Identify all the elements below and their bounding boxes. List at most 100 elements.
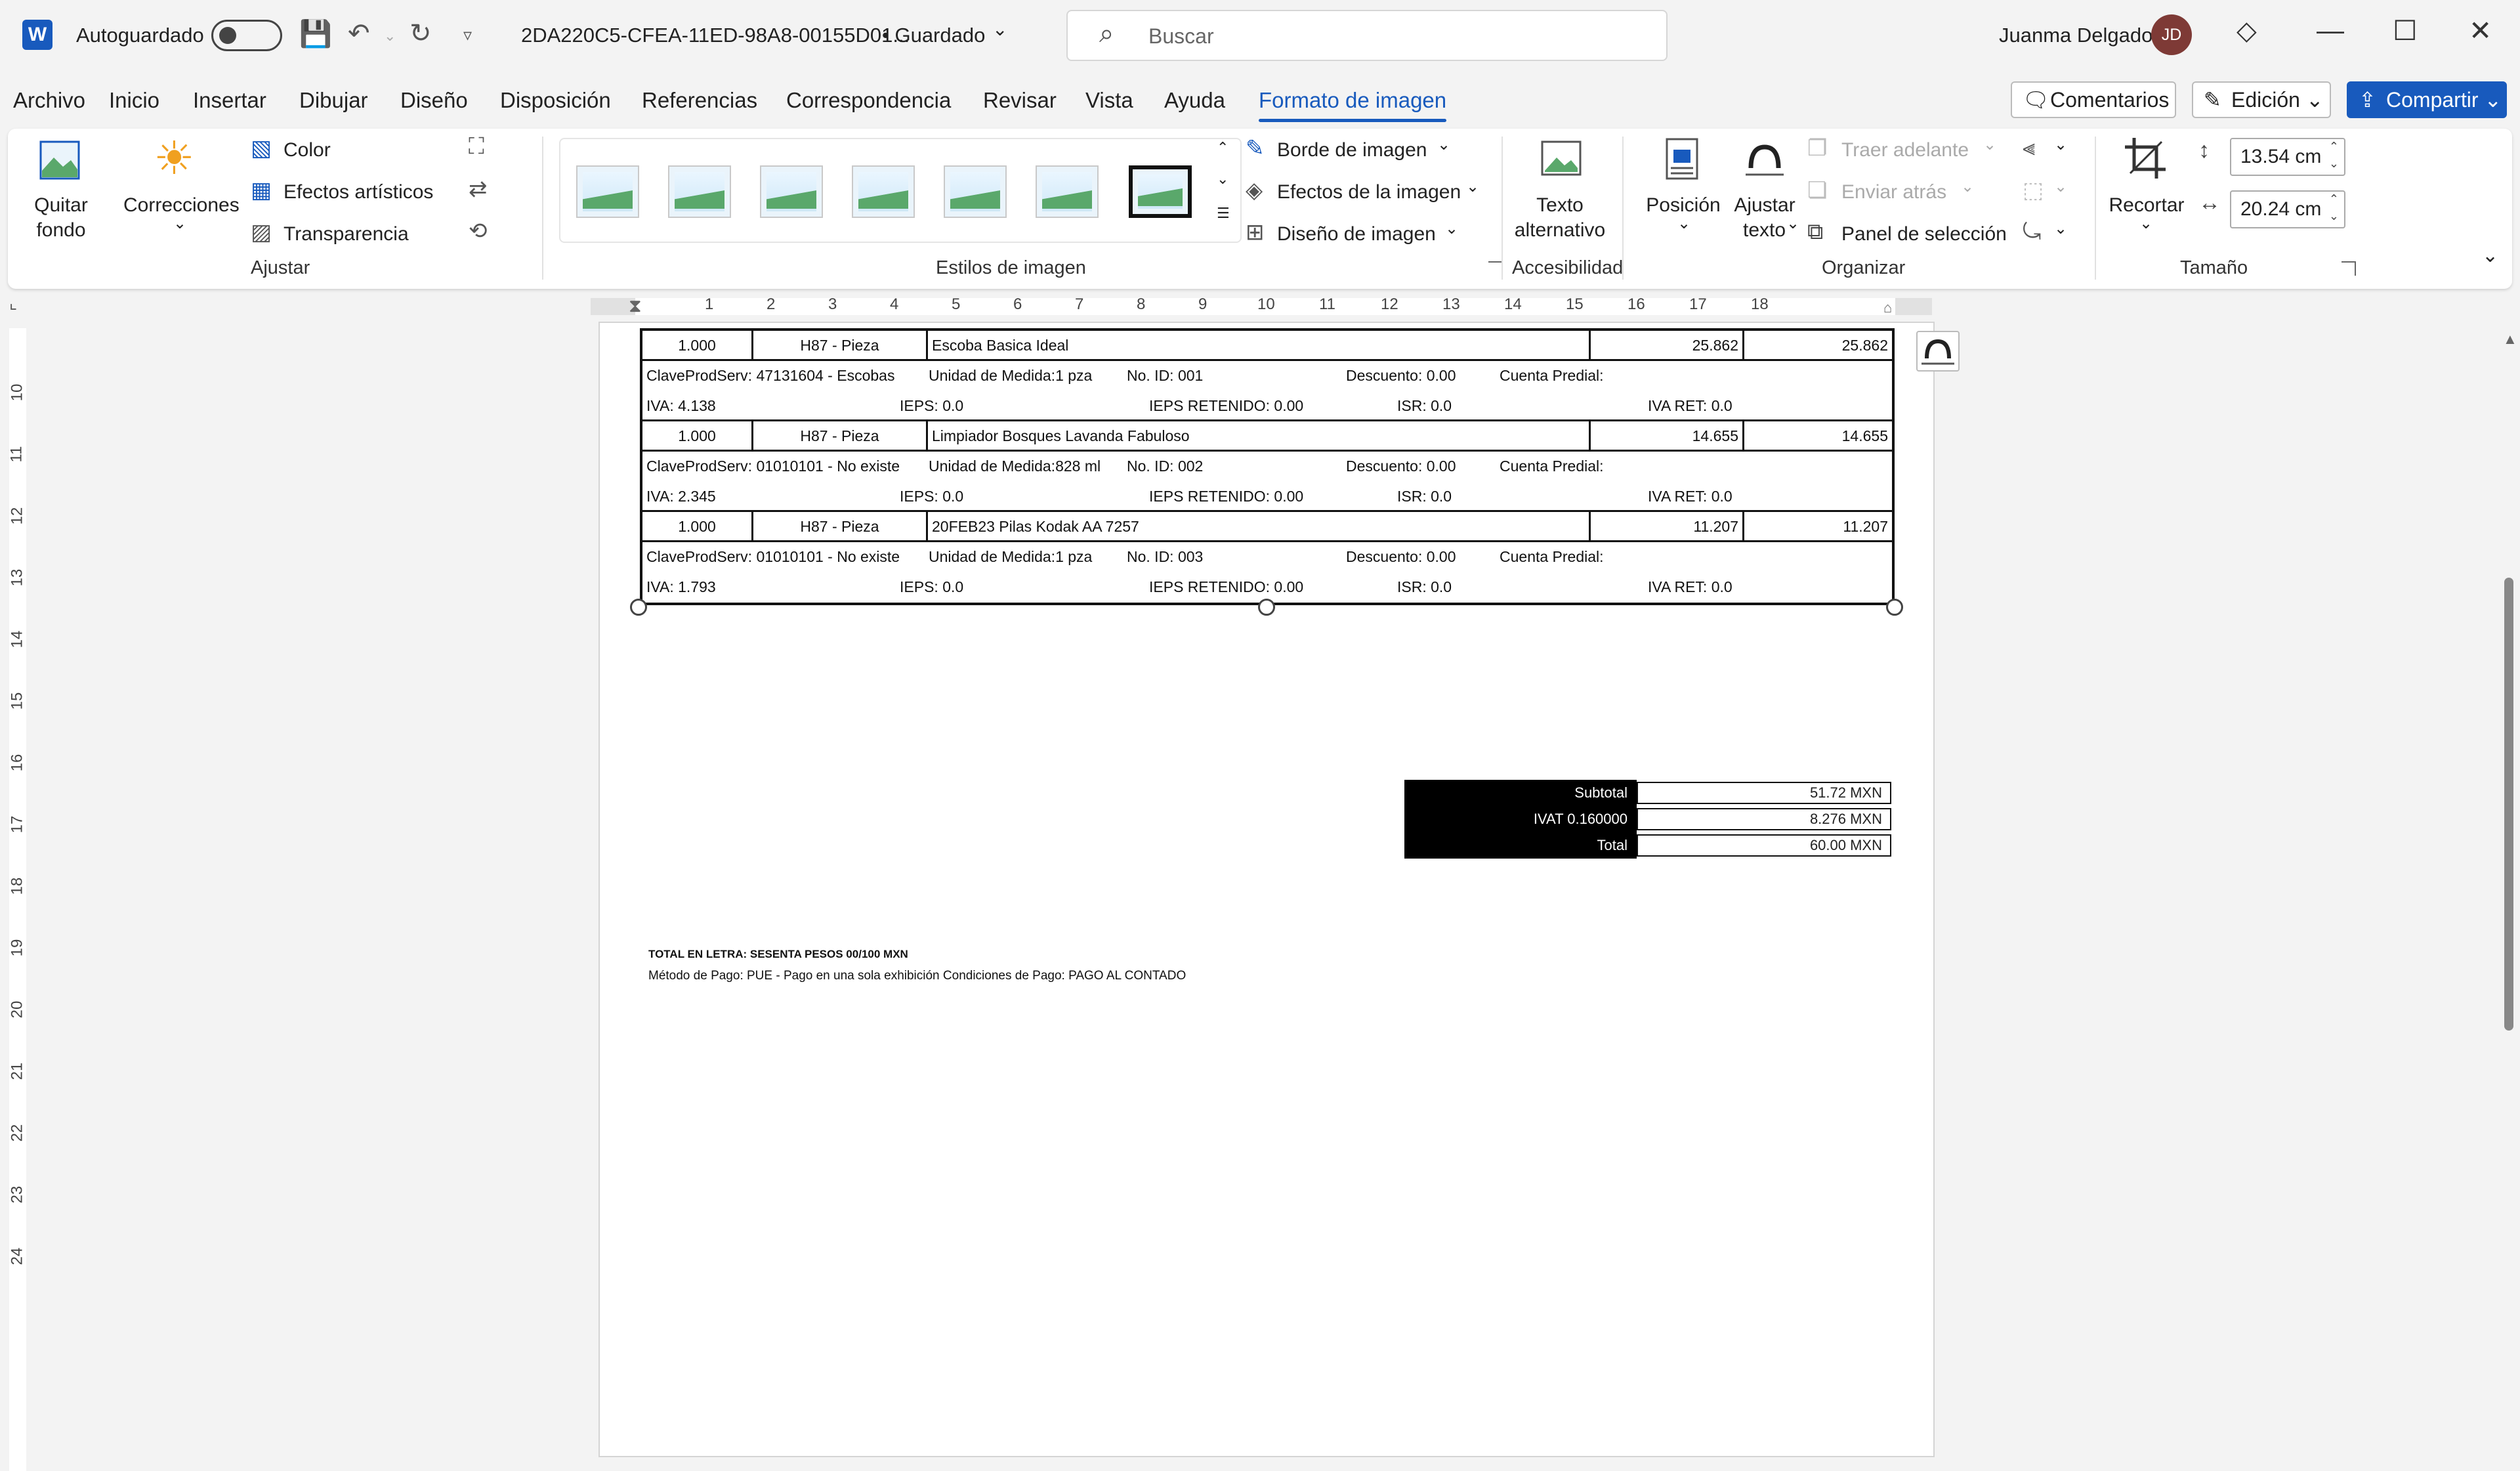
collapse-ribbon-chevron-icon[interactable]: ⌄ bbox=[2482, 244, 2498, 267]
color-icon[interactable]: ▧ bbox=[251, 135, 272, 161]
send-backward-chevron-icon[interactable]: ⌄ bbox=[1961, 177, 1974, 196]
align-icon[interactable]: ⫷ bbox=[2023, 135, 2035, 161]
resize-handle-bottom-center[interactable] bbox=[1258, 599, 1275, 616]
send-backward-label[interactable]: Enviar atrás bbox=[1841, 181, 1946, 203]
compress-pictures-icon[interactable]: ⛶ bbox=[469, 134, 484, 160]
rotate-chevron-icon[interactable]: ⌄ bbox=[2054, 219, 2067, 238]
wrap-text-icon[interactable] bbox=[1742, 137, 1788, 182]
picture-style-2[interactable] bbox=[668, 165, 731, 218]
horizontal-ruler[interactable]: ⧗ ⌂ ⌞ 1 2 3 4 5 6 7 8 9 10 11 12 13 14 1… bbox=[0, 293, 2520, 320]
scrollbar-thumb[interactable] bbox=[2504, 578, 2513, 1031]
minimize-icon[interactable]: — bbox=[2317, 14, 2344, 46]
tab-insertar[interactable]: Insertar bbox=[193, 88, 266, 113]
height-input[interactable]: 13.54 cm bbox=[2230, 138, 2345, 176]
autosave-toggle[interactable] bbox=[211, 20, 282, 51]
selection-pane-icon[interactable]: ⧉ bbox=[1807, 219, 1823, 245]
picture-style-1[interactable] bbox=[576, 165, 639, 218]
wrap-text-label-2[interactable]: texto bbox=[1743, 219, 1786, 242]
gallery-scroll-down-icon[interactable]: ⌄ bbox=[1217, 171, 1228, 188]
vertical-scrollbar[interactable]: ▲ bbox=[2502, 328, 2517, 1471]
layout-options-button[interactable] bbox=[1916, 331, 1960, 372]
tab-archivo[interactable]: Archivo bbox=[13, 88, 85, 113]
styles-dialog-launcher-icon[interactable] bbox=[1488, 261, 1503, 276]
reset-picture-icon[interactable]: ⟲ bbox=[469, 218, 488, 244]
width-input[interactable]: 20.24 cm bbox=[2230, 190, 2345, 228]
right-indent-marker-icon[interactable]: ⌂ bbox=[1883, 299, 1892, 316]
picture-layout-icon[interactable]: ⊞ bbox=[1246, 219, 1265, 245]
picture-effects-label[interactable]: Efectos de la imagen bbox=[1277, 181, 1461, 203]
bring-forward-label[interactable]: Traer adelante bbox=[1841, 139, 1969, 161]
send-backward-icon[interactable]: ❏ bbox=[1807, 177, 1827, 203]
editing-button[interactable]: ✎ Edición ⌄ bbox=[2192, 81, 2331, 118]
tab-disposicion[interactable]: Disposición bbox=[500, 88, 611, 113]
gallery-scroll-up-icon[interactable]: ⌃ bbox=[1217, 139, 1228, 156]
tab-correspondencia[interactable]: Correspondencia bbox=[786, 88, 951, 113]
diamond-icon[interactable]: ◇ bbox=[2236, 16, 2257, 46]
crop-chevron-icon[interactable]: ⌄ bbox=[2139, 214, 2152, 233]
alt-text-icon[interactable] bbox=[1538, 138, 1584, 184]
scroll-up-icon[interactable]: ▲ bbox=[2503, 331, 2517, 348]
picture-effects-chevron-icon[interactable]: ⌄ bbox=[1466, 177, 1479, 196]
size-dialog-launcher-icon[interactable] bbox=[2342, 261, 2356, 276]
resize-handle-bottom-left[interactable] bbox=[630, 599, 647, 616]
indent-marker-icon[interactable]: ⧗ bbox=[629, 295, 642, 317]
share-button[interactable]: ⇪ Compartir ⌄ bbox=[2347, 81, 2507, 118]
crop-icon[interactable] bbox=[2122, 135, 2168, 181]
customize-toolbar-icon[interactable]: ▿ bbox=[463, 25, 472, 45]
picture-border-label[interactable]: Borde de imagen bbox=[1277, 139, 1427, 161]
corrections-chevron-icon[interactable]: ⌄ bbox=[173, 214, 186, 233]
tab-referencias[interactable]: Referencias bbox=[642, 88, 757, 113]
remove-background-icon[interactable] bbox=[37, 138, 83, 184]
alt-text-label-2[interactable]: alternativo bbox=[1511, 219, 1609, 242]
picture-border-chevron-icon[interactable]: ⌄ bbox=[1437, 135, 1450, 154]
remove-background-label-1[interactable]: Quitar bbox=[25, 194, 97, 217]
alt-text-label-1[interactable]: Texto bbox=[1511, 194, 1609, 217]
selection-pane-label[interactable]: Panel de selección bbox=[1841, 223, 2007, 245]
undo-dropdown-icon[interactable]: ⌄ bbox=[384, 28, 396, 45]
comments-button[interactable]: 🗨 Comentarios bbox=[2011, 81, 2176, 118]
group-objects-icon[interactable]: ⬚ bbox=[2023, 177, 2044, 203]
transparency-icon[interactable]: ▨ bbox=[251, 219, 272, 245]
picture-layout-chevron-icon[interactable]: ⌄ bbox=[1445, 219, 1458, 238]
saved-status-chevron-icon[interactable]: ⌄ bbox=[992, 18, 1007, 40]
tab-vista[interactable]: Vista bbox=[1085, 88, 1133, 113]
picture-border-icon[interactable]: ✎ bbox=[1246, 135, 1265, 161]
undo-icon[interactable]: ↶ bbox=[348, 18, 370, 49]
user-name[interactable]: Juanma Delgado bbox=[1999, 24, 2152, 47]
corrections-label[interactable]: Correcciones bbox=[123, 194, 240, 217]
tab-revisar[interactable]: Revisar bbox=[983, 88, 1057, 113]
tab-ayuda[interactable]: Ayuda bbox=[1164, 88, 1225, 113]
artistic-effects-label[interactable]: Efectos artísticos bbox=[284, 181, 433, 203]
picture-styles-gallery[interactable]: ⌃ ⌄ ☰ bbox=[559, 138, 1242, 243]
gallery-more-icon[interactable]: ☰ bbox=[1217, 205, 1230, 222]
crop-label[interactable]: Recortar bbox=[2105, 194, 2188, 217]
tab-inicio[interactable]: Inicio bbox=[109, 88, 159, 113]
wrap-text-label-1[interactable]: Ajustar bbox=[1722, 194, 1807, 217]
resize-handle-bottom-right[interactable] bbox=[1886, 599, 1903, 616]
picture-style-3[interactable] bbox=[760, 165, 823, 218]
picture-style-5[interactable] bbox=[944, 165, 1007, 218]
position-chevron-icon[interactable]: ⌄ bbox=[1677, 214, 1690, 233]
document-name[interactable]: 2DA220C5-CFEA-11ED-98A8-00155D01... bbox=[521, 24, 910, 47]
saved-status[interactable]: • Guardado bbox=[882, 24, 985, 47]
search-input[interactable]: ⌕ Buscar bbox=[1066, 10, 1668, 61]
sun-icon[interactable]: ☀ bbox=[154, 135, 200, 181]
group-objects-chevron-icon[interactable]: ⌄ bbox=[2054, 177, 2067, 196]
picture-style-6[interactable] bbox=[1036, 165, 1099, 218]
position-label[interactable]: Posición bbox=[1641, 194, 1726, 217]
transparency-label[interactable]: Transparencia bbox=[284, 223, 409, 245]
wrap-text-chevron-icon[interactable]: ⌄ bbox=[1786, 214, 1799, 233]
picture-style-7[interactable] bbox=[1129, 165, 1192, 218]
invoice-items-image[interactable]: 1.000 H87 - Pieza Escoba Basica Ideal 25… bbox=[640, 328, 1895, 605]
picture-style-4[interactable] bbox=[852, 165, 915, 218]
bring-forward-chevron-icon[interactable]: ⌄ bbox=[1983, 135, 1996, 154]
vertical-ruler[interactable]: 10 11 12 13 14 15 16 17 18 19 20 21 22 2… bbox=[5, 328, 33, 1471]
color-label[interactable]: Color bbox=[284, 139, 331, 161]
tab-formato-de-imagen[interactable]: Formato de imagen bbox=[1259, 88, 1447, 122]
artistic-effects-icon[interactable]: ▦ bbox=[251, 177, 272, 203]
tab-diseno[interactable]: Diseño bbox=[400, 88, 468, 113]
change-picture-icon[interactable]: ⇄ bbox=[469, 176, 488, 202]
maximize-icon[interactable]: ☐ bbox=[2393, 14, 2418, 47]
remove-background-label-2[interactable]: fondo bbox=[25, 219, 97, 242]
position-icon[interactable] bbox=[1659, 137, 1705, 182]
